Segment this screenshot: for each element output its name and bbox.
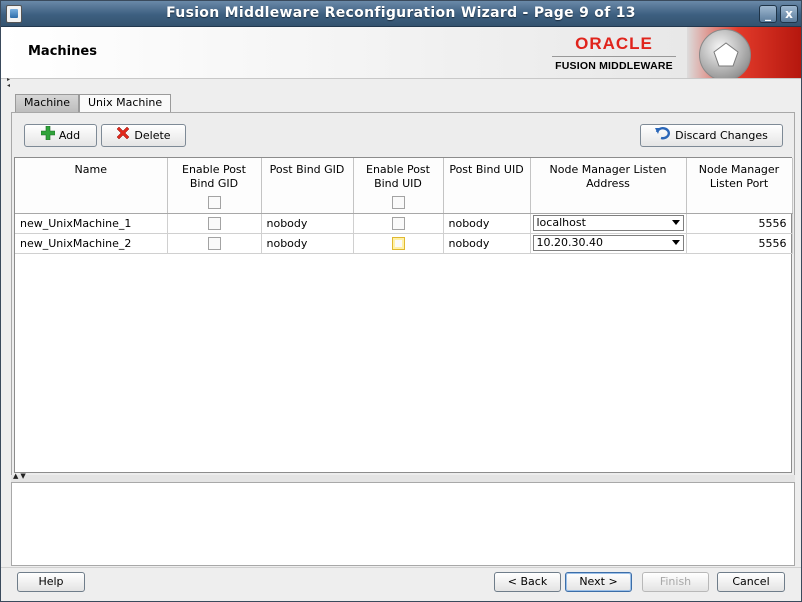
back-label: < Back: [507, 575, 548, 588]
footer-divider: [1, 567, 801, 568]
enable-uid-cell: [353, 233, 444, 254]
minimize-button[interactable]: _: [759, 5, 777, 23]
fusion-emblem-icon: [699, 29, 751, 78]
post-bind-gid-cell[interactable]: nobody: [261, 233, 354, 254]
enable-post-bind-uid-checkbox[interactable]: [391, 236, 405, 250]
enable-post-bind-gid-checkbox[interactable]: [207, 216, 221, 230]
next-label: Next >: [579, 575, 618, 588]
delete-button[interactable]: Delete: [101, 124, 186, 147]
column-label-post-bind-gid: Post Bind GID: [269, 163, 345, 176]
column-label-listen-port: Node Manager Listen Port: [698, 163, 780, 190]
column-header-post-bind-gid[interactable]: Post Bind GID: [261, 158, 354, 214]
page-header: Machines ORACLE FUSION MIDDLEWARE: [1, 27, 801, 79]
enable-gid-cell: [167, 233, 262, 254]
title-bar: Fusion Middleware Reconfiguration Wizard…: [1, 1, 801, 27]
undo-icon: [655, 126, 671, 147]
delete-x-icon: [116, 126, 130, 147]
listen-address-value: 10.20.30.40: [536, 236, 603, 249]
column-label-name: Name: [74, 163, 107, 176]
tab-unix-machine[interactable]: Unix Machine: [79, 94, 172, 113]
close-button[interactable]: x: [780, 5, 798, 23]
listen-address-dropdown[interactable]: 10.20.30.40: [532, 235, 684, 251]
plus-icon: [40, 125, 56, 147]
unix-machine-table: Name Enable Post Bind GID Post Bind GID …: [14, 157, 793, 473]
table-row[interactable]: new_UnixMachine_1 nobody nobody localhos…: [15, 213, 793, 234]
wizard-window: Fusion Middleware Reconfiguration Wizard…: [0, 0, 802, 602]
column-label-enable-uid: Enable Post Bind UID: [366, 163, 430, 190]
help-button[interactable]: Help: [17, 572, 85, 592]
oracle-logo-word: ORACLE: [575, 34, 653, 53]
post-bind-uid-cell[interactable]: nobody: [443, 213, 531, 234]
back-button[interactable]: < Back: [494, 572, 561, 592]
post-bind-gid-cell[interactable]: nobody: [261, 213, 354, 234]
machine-name-cell[interactable]: new_UnixMachine_1: [15, 213, 168, 234]
column-header-listen-port[interactable]: Node Manager Listen Port: [686, 158, 793, 214]
enable-post-bind-gid-checkbox[interactable]: [207, 236, 221, 250]
column-header-enable-post-bind-uid[interactable]: Enable Post Bind UID: [353, 158, 444, 214]
dropdown-arrow-icon[interactable]: [671, 240, 680, 245]
enable-uid-cell: [353, 213, 444, 234]
message-pane: [11, 482, 795, 566]
listen-port-cell[interactable]: 5556: [686, 213, 793, 234]
oracle-logo: ORACLE FUSION MIDDLEWARE: [552, 34, 676, 72]
listen-address-dropdown[interactable]: localhost: [532, 215, 684, 231]
logo-divider: [552, 56, 676, 57]
column-header-name[interactable]: Name: [15, 158, 168, 214]
column-header-enable-post-bind-gid[interactable]: Enable Post Bind GID: [167, 158, 262, 214]
window-title: Fusion Middleware Reconfiguration Wizard…: [166, 5, 636, 21]
table-row[interactable]: new_UnixMachine_2 nobody nobody 10.20.30…: [15, 233, 793, 254]
enable-gid-cell: [167, 213, 262, 234]
discard-changes-button[interactable]: Discard Changes: [640, 124, 783, 147]
page-title: Machines: [28, 44, 97, 59]
splitter-marks: ▸ ◂: [7, 76, 11, 89]
select-all-uid-checkbox[interactable]: [391, 196, 405, 209]
tab-machine[interactable]: Machine: [15, 94, 80, 112]
finish-button: Finish: [642, 572, 709, 592]
discard-changes-label: Discard Changes: [675, 129, 768, 142]
add-button[interactable]: Add: [24, 124, 97, 147]
column-label-listen-address: Node Manager Listen Address: [549, 163, 667, 190]
machine-name-cell[interactable]: new_UnixMachine_2: [15, 233, 168, 254]
column-label-enable-gid: Enable Post Bind GID: [182, 163, 246, 190]
listen-address-value: localhost: [536, 216, 586, 229]
cancel-button[interactable]: Cancel: [717, 572, 785, 592]
cancel-label: Cancel: [732, 575, 770, 588]
oracle-logo-subtitle: FUSION MIDDLEWARE: [555, 60, 673, 72]
post-bind-uid-cell[interactable]: nobody: [443, 233, 531, 254]
help-label: Help: [38, 575, 64, 588]
fusion-emblem-tile: [687, 27, 801, 78]
listen-port-cell[interactable]: 5556: [686, 233, 793, 254]
select-all-gid-checkbox[interactable]: [207, 196, 221, 209]
add-button-label: Add: [58, 129, 81, 142]
column-label-post-bind-uid: Post Bind UID: [449, 163, 524, 176]
listen-address-cell: 10.20.30.40: [530, 233, 687, 254]
column-header-post-bind-uid[interactable]: Post Bind UID: [443, 158, 531, 214]
column-header-listen-address[interactable]: Node Manager Listen Address: [530, 158, 687, 214]
listen-address-cell: localhost: [530, 213, 687, 234]
next-button[interactable]: Next >: [565, 572, 632, 592]
enable-post-bind-uid-checkbox[interactable]: [391, 216, 405, 230]
finish-label: Finish: [659, 575, 692, 588]
splitter-arrows-icon[interactable]: ▲▼: [13, 472, 28, 480]
delete-button-label: Delete: [134, 129, 171, 142]
dropdown-arrow-icon[interactable]: [671, 220, 680, 225]
